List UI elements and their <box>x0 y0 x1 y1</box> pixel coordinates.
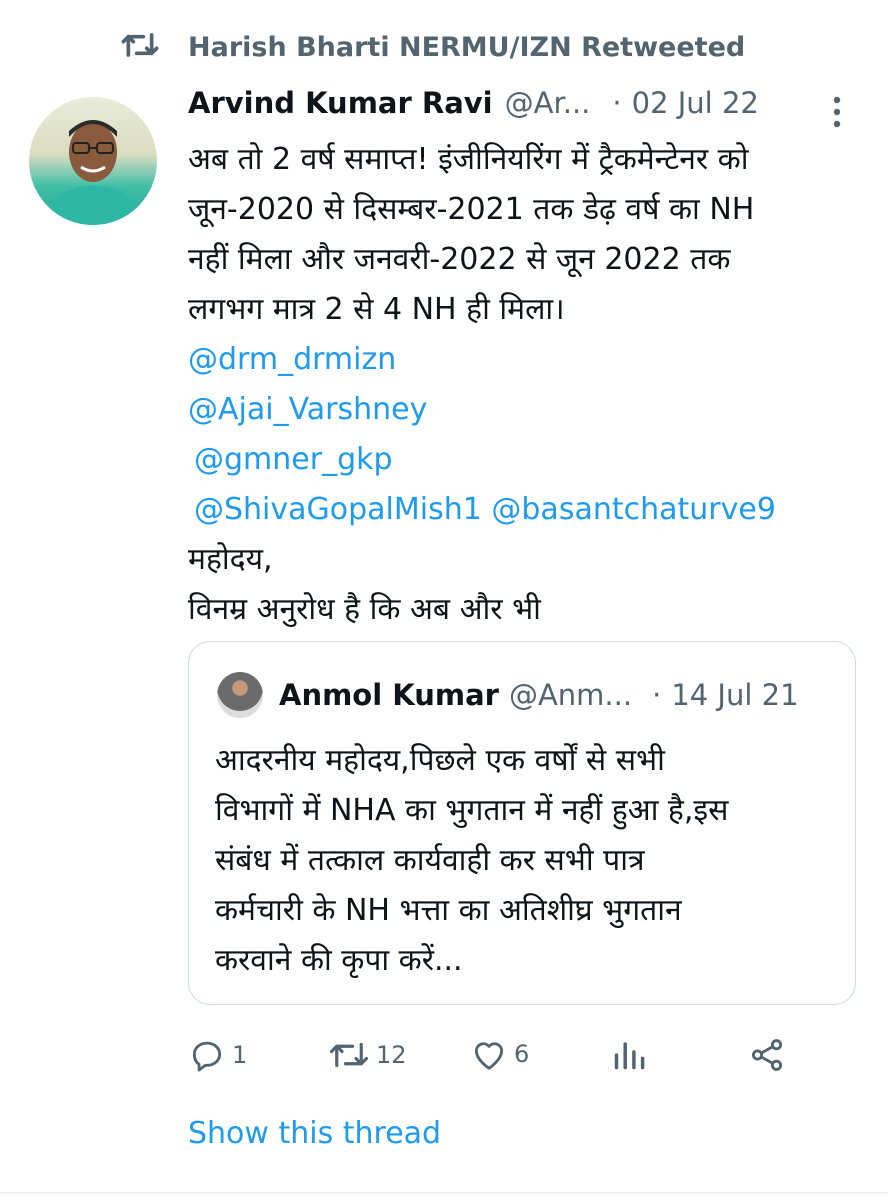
retweet-banner[interactable]: Harish Bharti NERMU/IZN Retweeted <box>120 28 745 66</box>
reply-count: 1 <box>232 1041 248 1069</box>
quoted-tweet-card[interactable]: Anmol Kumar @Anm... · 14 Jul 21 आदरनीय म… <box>188 641 856 1005</box>
mention-link[interactable]: @basantchaturve9 <box>491 492 776 527</box>
quoted-text-line: आदरनीय महोदय,पिछले एक वर्षों से सभी <box>215 743 665 778</box>
analytics-button[interactable] <box>610 1036 648 1074</box>
quoted-author-name: Anmol Kumar <box>279 678 499 712</box>
show-thread-link[interactable]: Show this thread <box>188 1116 441 1151</box>
like-button[interactable]: 6 <box>470 1036 529 1072</box>
author-handle[interactable]: @Ar... <box>505 86 591 120</box>
tweet-text: अब तो 2 वर्ष समाप्त! इंजीनियरिंग में ट्र… <box>188 135 868 635</box>
tweet-date[interactable]: 02 Jul 22 <box>632 86 759 120</box>
mention-link[interactable]: @ShivaGopalMish1 <box>194 492 482 527</box>
author-avatar[interactable] <box>29 97 157 225</box>
mention-link[interactable]: @gmner_gkp <box>194 442 393 477</box>
tweet-text-line: नहीं मिला और जनवरी-2022 से जून 2022 तक <box>188 242 731 277</box>
quoted-text-line: संबंध में तत्काल कार्यवाही कर सभी पात्र <box>215 843 645 878</box>
more-options-button[interactable] <box>826 92 848 132</box>
tweet-text-line: जून-2020 से दिसम्बर-2021 तक डेढ़ वर्ष का… <box>188 192 755 227</box>
mention-link[interactable]: @drm_drmizn <box>188 342 396 377</box>
share-button[interactable] <box>748 1036 786 1074</box>
header-separator: · <box>612 86 622 120</box>
author-name[interactable]: Arvind Kumar Ravi <box>188 86 493 120</box>
quoted-tweet-header: Anmol Kumar @Anm... · 14 Jul 21 <box>217 672 799 718</box>
retweet-icon <box>329 1042 369 1068</box>
like-count: 6 <box>514 1040 530 1068</box>
quoted-text-line: विभागों में NHA का भुगतान में नहीं हुआ ह… <box>215 793 729 828</box>
retweet-count: 12 <box>376 1041 407 1069</box>
tweet-text-line: महोदय, <box>188 542 273 577</box>
retweet-icon <box>120 28 164 66</box>
share-icon <box>751 1039 783 1071</box>
quoted-tweet-text: आदरनीय महोदय,पिछले एक वर्षों से सभी विभा… <box>215 736 845 986</box>
tweet-text-line: अब तो 2 वर्ष समाप्त! इंजीनियरिंग में ट्र… <box>188 142 749 177</box>
tweet-page: Harish Bharti NERMU/IZN Retweeted Arvind… <box>0 0 888 1200</box>
tweet-text-line: लगभग मात्र 2 से 4 NH ही मिला। <box>188 292 565 327</box>
quoted-author-handle: @Anm... <box>508 678 633 712</box>
retweet-button[interactable]: 12 <box>328 1036 407 1074</box>
mention-link[interactable]: @Ajai_Varshney <box>188 392 427 427</box>
reply-button[interactable]: 1 <box>188 1036 247 1074</box>
quoted-header-separator: · <box>652 678 662 712</box>
retweet-banner-text: Harish Bharti NERMU/IZN Retweeted <box>188 31 746 63</box>
more-vertical-icon <box>833 96 841 128</box>
tweet-header: Arvind Kumar Ravi @Ar... · 02 Jul 22 <box>188 86 848 120</box>
tweet-action-bar: 1 12 6 <box>188 1036 808 1080</box>
quoted-tweet-date: 14 Jul 21 <box>671 678 799 712</box>
quoted-author-avatar <box>217 672 263 718</box>
quoted-text-line: करवाने की कृपा करें... <box>215 943 463 978</box>
quoted-text-line: कर्मचारी के NH भत्ता का अतिशीघ्र भुगतान <box>215 893 682 928</box>
heart-icon <box>474 1042 504 1070</box>
tweet-text-line: विनम्र अनुरोध है कि अब और भी <box>188 592 541 627</box>
analytics-icon <box>614 1042 645 1070</box>
divider <box>0 1192 888 1194</box>
reply-icon <box>192 1041 222 1072</box>
